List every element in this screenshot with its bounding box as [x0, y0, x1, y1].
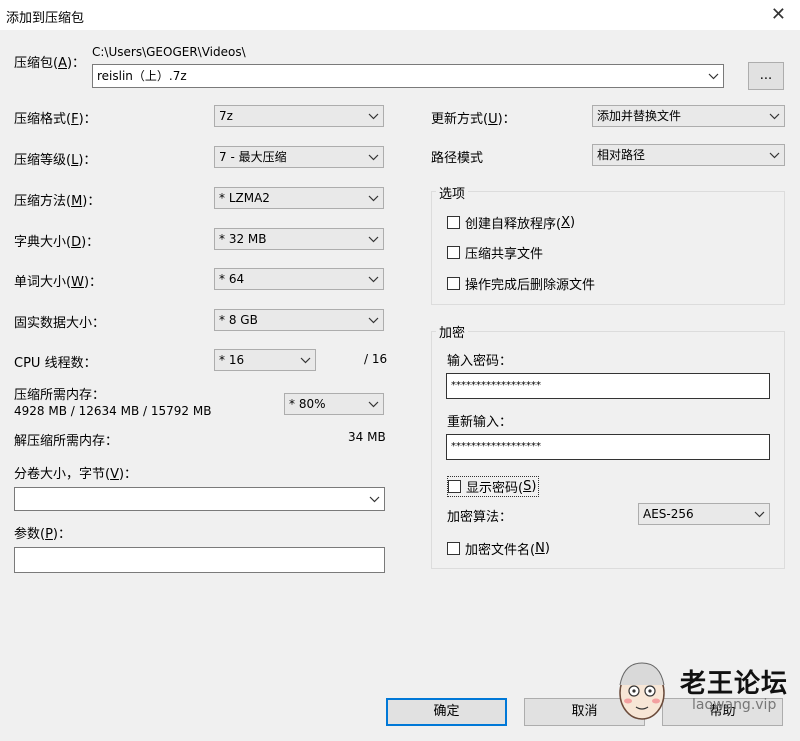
chevron-down-icon: [298, 350, 312, 370]
cpu-label: CPU 线程数：: [14, 356, 97, 371]
chevron-down-icon: [767, 145, 781, 165]
mascot-icon: [619, 662, 665, 720]
format-select[interactable]: 7z: [214, 105, 384, 127]
chevron-down-icon[interactable]: [367, 488, 381, 510]
algorithm-label: 加密算法：: [447, 510, 513, 525]
word-select[interactable]: * 64: [214, 268, 384, 290]
solid-select[interactable]: * 8 GB: [214, 309, 384, 331]
method-label: 压缩方法(M)：: [14, 194, 101, 209]
update-label: 更新方式(U)：: [431, 112, 516, 127]
close-icon[interactable]: ✕: [771, 4, 786, 25]
checkbox-box[interactable]: [447, 246, 460, 259]
decomp-label: 解压缩所需内存：: [14, 434, 119, 449]
mem-percent-select[interactable]: * 80%: [284, 393, 384, 415]
update-value: 添加并替换文件: [597, 109, 682, 123]
chevron-down-icon[interactable]: [706, 65, 720, 87]
ok-button[interactable]: 确定: [386, 698, 507, 726]
chevron-down-icon: [366, 188, 380, 208]
delete-after-checkbox[interactable]: 操作完成后删除源文件: [447, 274, 595, 293]
update-select[interactable]: 添加并替换文件: [592, 105, 785, 127]
mem-values: 4928 MB / 12634 MB / 15792 MB: [14, 404, 212, 418]
chevron-down-icon: [752, 504, 766, 524]
solid-label: 固实数据大小：: [14, 316, 106, 331]
chevron-down-icon: [366, 106, 380, 126]
format-label: 压缩格式(F)：: [14, 112, 97, 127]
checkbox-box[interactable]: [448, 480, 461, 493]
params-label: 参数(P)：: [14, 527, 71, 542]
archive-filename-combo[interactable]: reislin（上）.7z: [92, 64, 724, 88]
repassword-label: 重新输入：: [447, 415, 513, 430]
volume-label: 分卷大小，字节(V)：: [14, 467, 138, 482]
algorithm-select[interactable]: AES-256: [638, 503, 770, 525]
path-mode-label: 路径模式: [431, 151, 484, 166]
dict-label: 字典大小(D)：: [14, 235, 100, 250]
chevron-down-icon: [366, 269, 380, 289]
password-label: 输入密码：: [447, 354, 513, 369]
window-title: 添加到压缩包: [6, 11, 85, 26]
word-value: * 64: [219, 272, 245, 286]
chevron-down-icon: [366, 147, 380, 167]
path-mode-select[interactable]: 相对路径: [592, 144, 785, 166]
mem-label: 压缩所需内存：: [14, 388, 106, 403]
solid-value: * 8 GB: [219, 313, 258, 327]
browse-button[interactable]: ...: [748, 62, 784, 90]
method-select[interactable]: * LZMA2: [214, 187, 384, 209]
watermark: 老王论坛 laowang.vip: [610, 655, 800, 725]
decomp-value: 34 MB: [348, 430, 386, 444]
cpu-value: * 16: [219, 353, 245, 367]
dict-value: * 32 MB: [219, 232, 267, 246]
chevron-down-icon: [767, 106, 781, 126]
title-bar: 添加到压缩包 ✕: [0, 0, 800, 30]
dict-select[interactable]: * 32 MB: [214, 228, 384, 250]
volume-combo[interactable]: [14, 487, 385, 511]
word-label: 单词大小(W)：: [14, 275, 103, 290]
password-input[interactable]: ******************: [446, 373, 770, 399]
sfx-checkbox[interactable]: 创建自释放程序(X): [447, 213, 575, 232]
encryption-title: 加密: [436, 322, 469, 341]
chevron-down-icon: [366, 229, 380, 249]
repassword-input[interactable]: ******************: [446, 434, 770, 460]
level-value: 7 - 最大压缩: [219, 150, 287, 164]
cpu-select[interactable]: * 16: [214, 349, 316, 371]
params-input[interactable]: [14, 547, 385, 573]
archive-path: C:\Users\GEOGER\Videos\: [92, 45, 246, 59]
archive-filename: reislin（上）.7z: [97, 69, 187, 83]
watermark-url: laowang.vip: [692, 697, 777, 713]
method-value: * LZMA2: [219, 191, 270, 205]
algorithm-value: AES-256: [643, 507, 694, 521]
format-value: 7z: [219, 109, 233, 123]
cpu-max: / 16: [364, 352, 388, 366]
level-label: 压缩等级(L)：: [14, 153, 97, 168]
archive-label: 压缩包(A)：: [14, 56, 86, 71]
chevron-down-icon: [366, 394, 380, 414]
shared-files-checkbox[interactable]: 压缩共享文件: [447, 243, 543, 262]
chevron-down-icon: [366, 310, 380, 330]
path-mode-value: 相对路径: [597, 148, 646, 162]
mem-percent-value: * 80%: [289, 397, 326, 411]
options-title: 选项: [436, 183, 469, 202]
show-password-checkbox[interactable]: 显示密码(S): [447, 476, 540, 497]
checkbox-box[interactable]: [447, 542, 460, 555]
checkbox-box[interactable]: [447, 277, 460, 290]
level-select[interactable]: 7 - 最大压缩: [214, 146, 384, 168]
checkbox-box[interactable]: [447, 216, 460, 229]
watermark-text: 老王论坛: [680, 669, 789, 699]
encrypt-names-checkbox[interactable]: 加密文件名(N): [447, 539, 550, 558]
